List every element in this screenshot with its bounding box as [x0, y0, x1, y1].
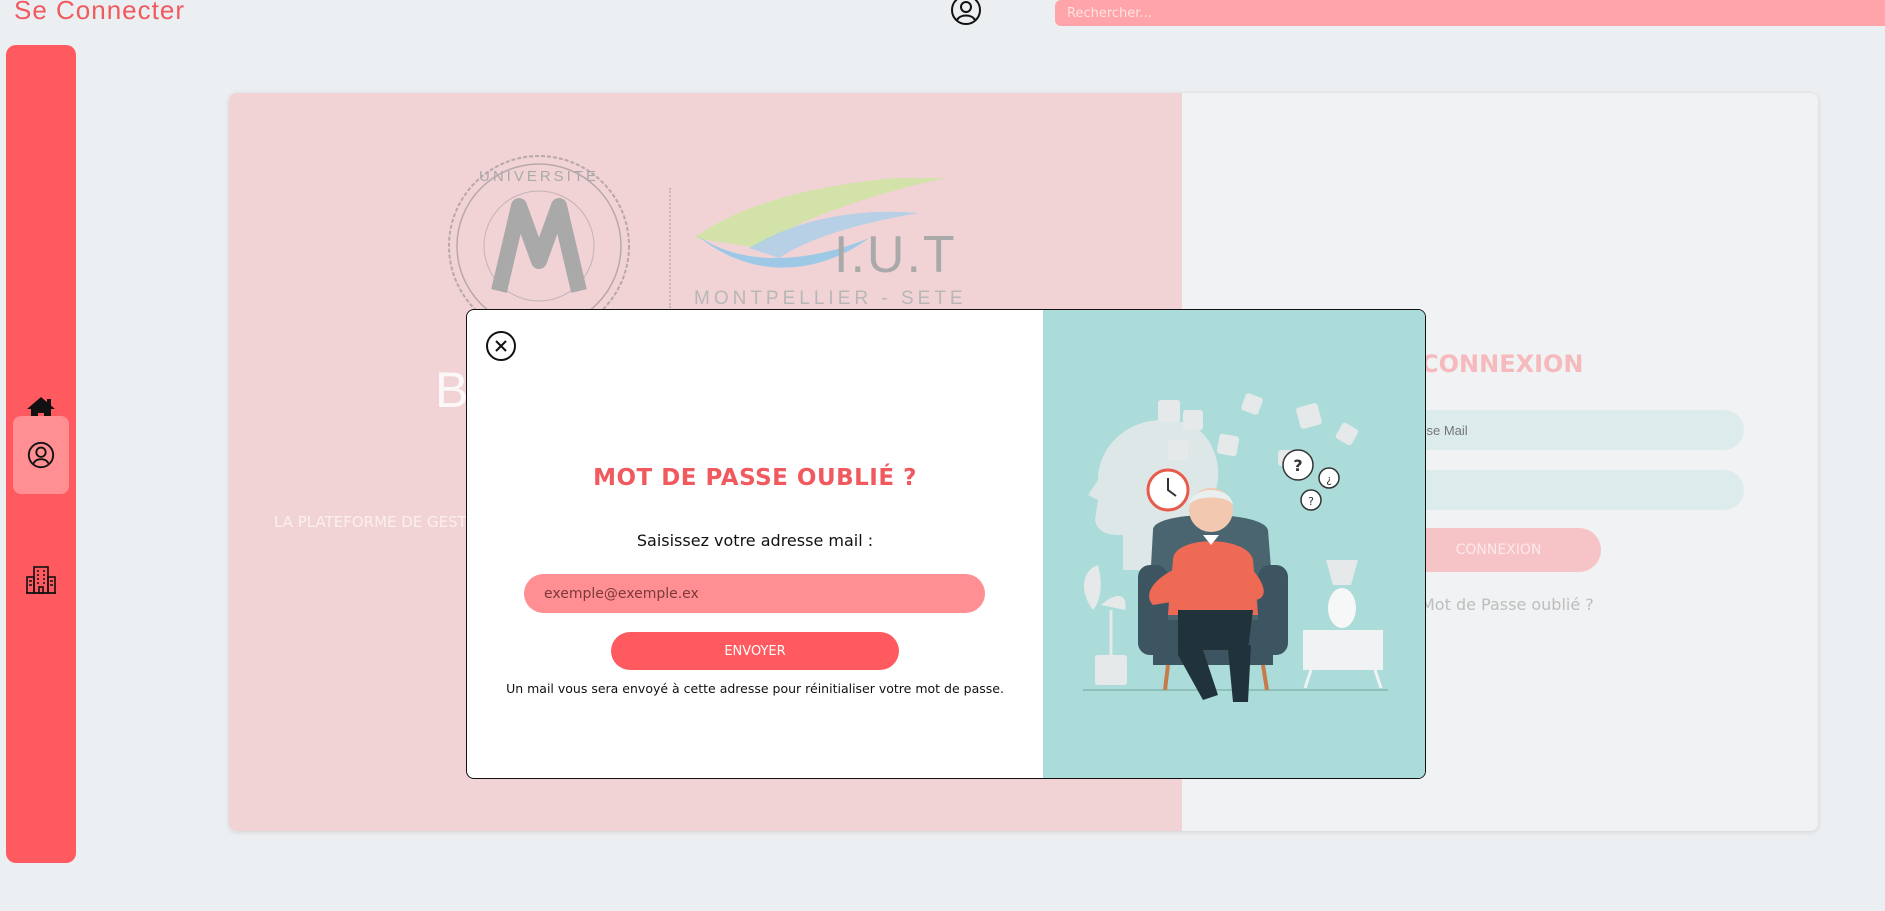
close-icon[interactable]: [485, 330, 517, 362]
modal-title: MOT DE PASSE OUBLIÉ ?: [593, 465, 917, 491]
sidebar: [6, 45, 76, 863]
login-button[interactable]: CONNEXION: [1396, 528, 1601, 572]
branding-tagline: LA PLATEFORME DE GEST: [274, 513, 467, 531]
building-icon: [26, 566, 56, 594]
forgot-password-modal: MOT DE PASSE OUBLIÉ ? Saisissez votre ad…: [466, 309, 1426, 779]
user-icon[interactable]: [950, 0, 982, 26]
email-field[interactable]: [524, 574, 985, 613]
svg-text:?: ?: [1308, 495, 1314, 508]
confused-man-illustration: ? ¿ ?: [1083, 393, 1388, 702]
illustration-panel: ? ¿ ?: [1043, 310, 1425, 778]
branding-heading: B: [435, 362, 469, 418]
svg-text:UNIVERSITE: UNIVERSITE: [479, 168, 599, 185]
forgot-password-link[interactable]: Mot de Passe oublié ?: [1421, 595, 1594, 614]
send-button[interactable]: ENVOYER: [611, 632, 899, 670]
user-circle-icon: [27, 441, 55, 469]
iut-logo-subtitle: MONTPELLIER - SETE: [694, 288, 967, 309]
login-email-field[interactable]: [1390, 410, 1744, 450]
login-password-field[interactable]: [1390, 470, 1744, 510]
iut-logo-text: I.U.T: [834, 226, 957, 284]
svg-text:¿: ¿: [1326, 473, 1332, 486]
modal-note: Un mail vous sera envoyé à cette adresse…: [506, 681, 1004, 696]
brand-title: Se Connecter: [14, 0, 185, 25]
sidebar-item-account[interactable]: [13, 416, 69, 494]
logo-divider: [669, 188, 671, 308]
login-title: CONNEXION: [1421, 350, 1584, 378]
sidebar-item-building[interactable]: [13, 541, 69, 619]
search-input[interactable]: [1055, 0, 1885, 26]
email-label: Saisissez votre adresse mail :: [636, 531, 874, 550]
svg-text:?: ?: [1293, 456, 1302, 475]
